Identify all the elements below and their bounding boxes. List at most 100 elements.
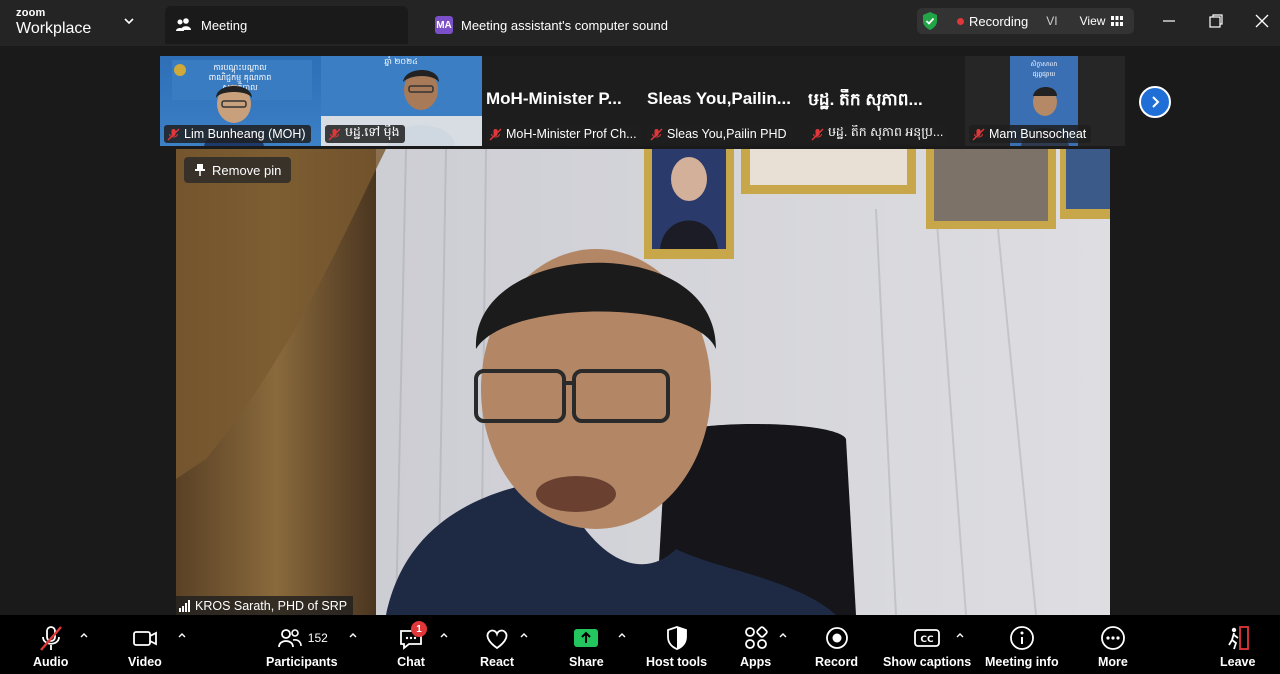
- muted-mic-icon: [811, 128, 824, 140]
- show-captions-button[interactable]: CC Show captions: [883, 623, 971, 669]
- svg-text:ផ្សព្វផ្សាយ: ផ្សព្វផ្សាយ: [1033, 71, 1056, 78]
- muted-mic-icon: [489, 128, 502, 140]
- participants-count: 152: [307, 631, 328, 645]
- participants-options-caret-icon[interactable]: [348, 631, 358, 639]
- participant-name-tag: ឞដ្ឋ.ទៅ ម៉ឹង: [325, 125, 405, 143]
- muted-mic-icon: [167, 128, 180, 140]
- participant-tile[interactable]: ឞដ្ឋ. តឹក សុភាព... ឞដ្ឋ. តឹក សុភាព អនុប្…: [804, 56, 965, 146]
- microphone-muted-icon: [39, 626, 62, 651]
- chat-unread-badge: 1: [411, 621, 427, 637]
- meeting-info-button[interactable]: Meeting info: [985, 623, 1059, 669]
- chevron-right-icon: [1152, 96, 1160, 108]
- assistant-avatar: MA: [435, 16, 453, 34]
- captions-options-caret-icon[interactable]: [955, 631, 965, 639]
- more-label: More: [1098, 655, 1128, 669]
- participant-name-tag: Lim Bunheang (MOH): [164, 125, 311, 143]
- show-captions-label: Show captions: [883, 655, 972, 669]
- video-button[interactable]: Video: [128, 623, 162, 669]
- view-button[interactable]: View: [1080, 14, 1124, 28]
- main-video: [176, 149, 1110, 615]
- participant-name: Sleas You,Pailin PHD: [667, 127, 787, 141]
- participant-tile[interactable]: Sleas You,Pailin... Sleas You,Pailin PHD: [643, 56, 804, 146]
- pin-icon: [195, 164, 205, 176]
- participant-tile[interactable]: ឆ្នាំ ២០២៤ ឞដ្ឋ.ទៅ ម៉ឹង: [321, 56, 482, 146]
- restore-icon[interactable]: [1207, 12, 1225, 30]
- apps-options-caret-icon[interactable]: [778, 631, 788, 639]
- muted-mic-icon: [328, 128, 341, 140]
- participant-name: Lim Bunheang (MOH): [184, 127, 306, 141]
- minimize-icon[interactable]: [1160, 12, 1178, 30]
- record-icon: [825, 627, 848, 649]
- title-bar: zoom Workplace Meeting MA Meeting assist…: [0, 0, 1280, 46]
- leave-button[interactable]: Leave: [1220, 623, 1255, 669]
- react-button[interactable]: React: [480, 623, 514, 669]
- info-icon: [1009, 626, 1034, 650]
- grid-view-icon: [1111, 16, 1124, 26]
- apps-button[interactable]: Apps: [740, 623, 771, 669]
- muted-mic-icon: [650, 128, 663, 140]
- participant-tile[interactable]: ការបណ្ដុះបណ្ដាល ពាណិជ្ជកម្ម គុណភាព សុខាភ…: [160, 56, 321, 146]
- close-icon[interactable]: [1253, 12, 1271, 30]
- participant-name: MoH-Minister Prof Ch...: [506, 127, 637, 141]
- host-tools-button[interactable]: Host tools: [646, 623, 707, 669]
- more-dots-icon: [1101, 626, 1125, 650]
- share-screen-icon: [574, 629, 599, 647]
- brand-workplace: Workplace: [16, 20, 92, 37]
- leave-door-icon: [1227, 626, 1249, 650]
- svg-text:ពាណិជ្ជកម្ម គុណភាព: ពាណិជ្ជកម្ម គុណភាព: [209, 72, 272, 83]
- participant-tile[interactable]: សិក្ខាសាលា ផ្សព្វផ្សាយ Mam Bunsocheat: [965, 56, 1125, 146]
- speaker-name: KROS Sarath, PHD of SRP: [195, 598, 348, 613]
- status-group: Recording VI View: [917, 8, 1134, 34]
- participant-name: Mam Bunsocheat: [989, 127, 1087, 141]
- speaker-video-image: [176, 149, 1110, 615]
- chat-options-caret-icon[interactable]: [439, 631, 449, 639]
- chat-label: Chat: [397, 655, 425, 669]
- apps-grid-icon: [744, 626, 768, 649]
- leave-label: Leave: [1220, 655, 1256, 669]
- heart-icon: [486, 629, 508, 650]
- language-indicator[interactable]: VI: [1046, 14, 1057, 28]
- video-options-caret-icon[interactable]: [177, 631, 187, 639]
- signal-strength-icon: [179, 599, 190, 612]
- audio-options-caret-icon[interactable]: [79, 631, 89, 639]
- muted-mic-icon: [972, 128, 985, 140]
- tab-meeting-label: Meeting: [201, 17, 248, 33]
- record-button[interactable]: Record: [815, 623, 858, 669]
- participant-tile[interactable]: MoH-Minister P... MoH-Minister Prof Ch..…: [482, 56, 643, 146]
- meeting-toolbar: Audio Video 152 Participants 1 Chat Reac…: [0, 615, 1280, 674]
- remove-pin-label: Remove pin: [212, 162, 282, 178]
- apps-label: Apps: [740, 655, 772, 669]
- participant-display-name: MoH-Minister P...: [486, 89, 622, 108]
- participant-name-tag: MoH-Minister Prof Ch...: [486, 125, 642, 143]
- chat-button[interactable]: 1 Chat: [397, 621, 427, 669]
- participants-button[interactable]: 152 Participants: [266, 623, 338, 669]
- remove-pin-button[interactable]: Remove pin: [184, 157, 292, 183]
- more-button[interactable]: More: [1098, 623, 1128, 669]
- closed-captions-icon: CC: [914, 629, 940, 647]
- svg-text:សិក្ខាសាលា: សិក្ខាសាលា: [1031, 60, 1058, 68]
- view-label: View: [1079, 14, 1106, 28]
- audio-button[interactable]: Audio: [33, 623, 68, 669]
- audio-label: Audio: [33, 655, 69, 669]
- tab-meeting[interactable]: Meeting: [165, 6, 408, 44]
- brand-zoom: zoom: [16, 7, 46, 19]
- tab-assistant-label: Meeting assistant's computer sound: [461, 17, 668, 33]
- participant-display-name: Sleas You,Pailin...: [647, 89, 791, 108]
- chevron-down-icon[interactable]: [122, 14, 136, 28]
- svg-text:ឆ្នាំ ២០២៤: ឆ្នាំ ២០២៤: [384, 56, 418, 66]
- shield-icon: [666, 626, 687, 650]
- participants-icon: [176, 18, 191, 31]
- tab-meeting-assistant[interactable]: MA Meeting assistant's computer sound: [425, 6, 668, 44]
- participant-name-tag: ឞដ្ឋ. តឹក សុភាព អនុប្រ...: [808, 125, 949, 143]
- next-page-button[interactable]: [1139, 86, 1171, 118]
- record-label: Record: [815, 655, 859, 669]
- security-shield-icon[interactable]: [921, 11, 939, 31]
- share-options-caret-icon[interactable]: [617, 631, 627, 639]
- react-options-caret-icon[interactable]: [519, 631, 529, 639]
- share-button[interactable]: Share: [569, 623, 604, 669]
- svg-text:CC: CC: [920, 635, 934, 645]
- participant-name: ឞដ្ឋ.ទៅ ម៉ឹង: [345, 125, 400, 139]
- video-label: Video: [128, 655, 162, 669]
- participants-icon: [277, 629, 302, 648]
- recording-status[interactable]: Recording: [969, 14, 1028, 29]
